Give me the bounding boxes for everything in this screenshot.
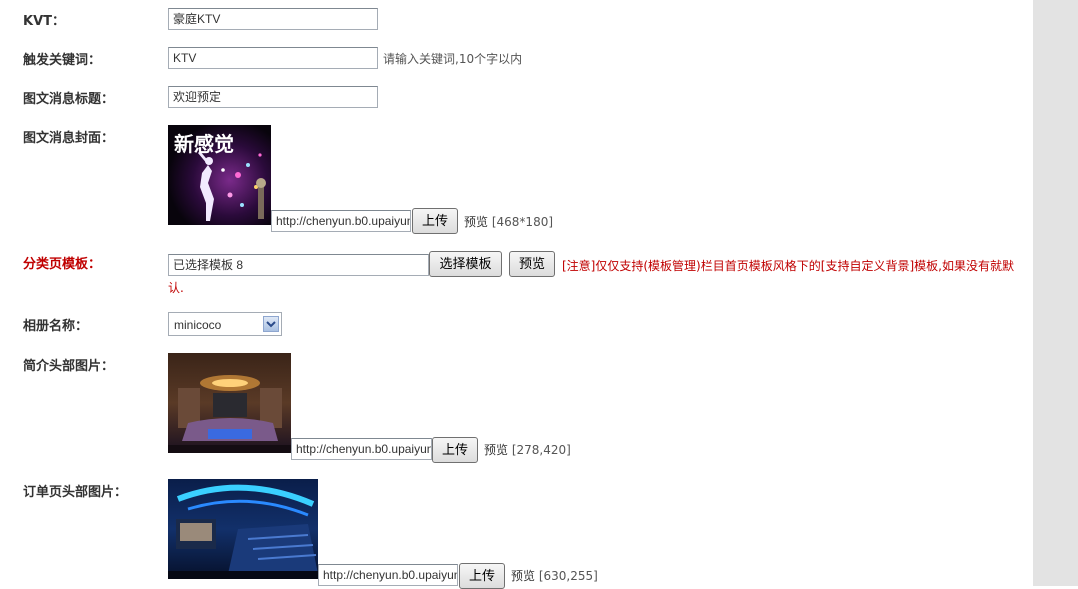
- intro-header-size-hint: 预览 [278,420]: [484, 441, 571, 458]
- intro-header-url-input[interactable]: http://chenyun.b0.upaiyun: [291, 438, 432, 460]
- right-scroll-strip: [1033, 0, 1078, 586]
- cover-image: 新感觉: [168, 125, 271, 225]
- kvt-name-input[interactable]: 豪庭KTV: [168, 8, 378, 30]
- order-header-url-input[interactable]: http://chenyun.b0.upaiyun: [318, 564, 458, 586]
- keyword-label: 触发关键词：: [23, 53, 102, 68]
- keyword-input[interactable]: KTV: [168, 47, 378, 69]
- album-label: 相册名称：: [23, 319, 89, 334]
- kvt-label: KVT：: [23, 14, 66, 29]
- template-note-a: [注意]仅仅支持: [562, 259, 644, 273]
- order-header-preview-link[interactable]: 预览: [511, 569, 535, 583]
- template-note-b: (模板管理): [643, 259, 701, 273]
- cover-image-text: 新感觉: [174, 132, 234, 156]
- cover-size-hint: 预览 [468*180]: [464, 213, 553, 230]
- order-header-size-hint: 预览 [630,255]: [511, 567, 598, 584]
- template-label: 分类页模板：: [23, 257, 102, 272]
- intro-header-image: [168, 353, 291, 453]
- chevron-down-icon[interactable]: [263, 316, 279, 332]
- news-title-input[interactable]: 欢迎预定: [168, 86, 378, 108]
- order-header-image: [168, 479, 318, 579]
- cover-url-input[interactable]: http://chenyun.b0.upaiyun: [271, 210, 411, 232]
- cover-label: 图文消息封面：: [23, 131, 115, 146]
- album-select[interactable]: minicoco: [168, 312, 282, 336]
- intro-header-label: 简介头部图片：: [23, 359, 115, 374]
- intro-header-upload-button[interactable]: 上传: [432, 437, 478, 463]
- keyword-hint: 请输入关键词,10个字以内: [383, 52, 523, 66]
- template-note-c: 栏目首页模板风格下的: [700, 259, 821, 273]
- cover-size-text: [468*180]: [491, 215, 554, 229]
- cover-upload-button[interactable]: 上传: [412, 208, 458, 234]
- cover-preview-link[interactable]: 预览: [464, 215, 488, 229]
- template-note: [注意]仅仅支持(模板管理)栏目首页模板风格下的[支持自定义背景]模板,如果没有…: [168, 255, 1018, 299]
- order-header-upload-button[interactable]: 上传: [459, 563, 505, 589]
- intro-header-size-text: [278,420]: [511, 443, 571, 457]
- ktv-settings-form: KVT： 豪庭KTV 触发关键词： KTV 请输入关键词,10个字以内 图文消息…: [0, 0, 1033, 589]
- news-title-label: 图文消息标题：: [23, 92, 115, 107]
- order-header-size-text: [630,255]: [538, 569, 598, 583]
- intro-header-preview-link[interactable]: 预览: [484, 443, 508, 457]
- order-header-label: 订单页头部图片：: [23, 485, 128, 500]
- album-selected-value: minicoco: [174, 318, 222, 332]
- template-note-d: [支持自定义背景]: [820, 259, 915, 273]
